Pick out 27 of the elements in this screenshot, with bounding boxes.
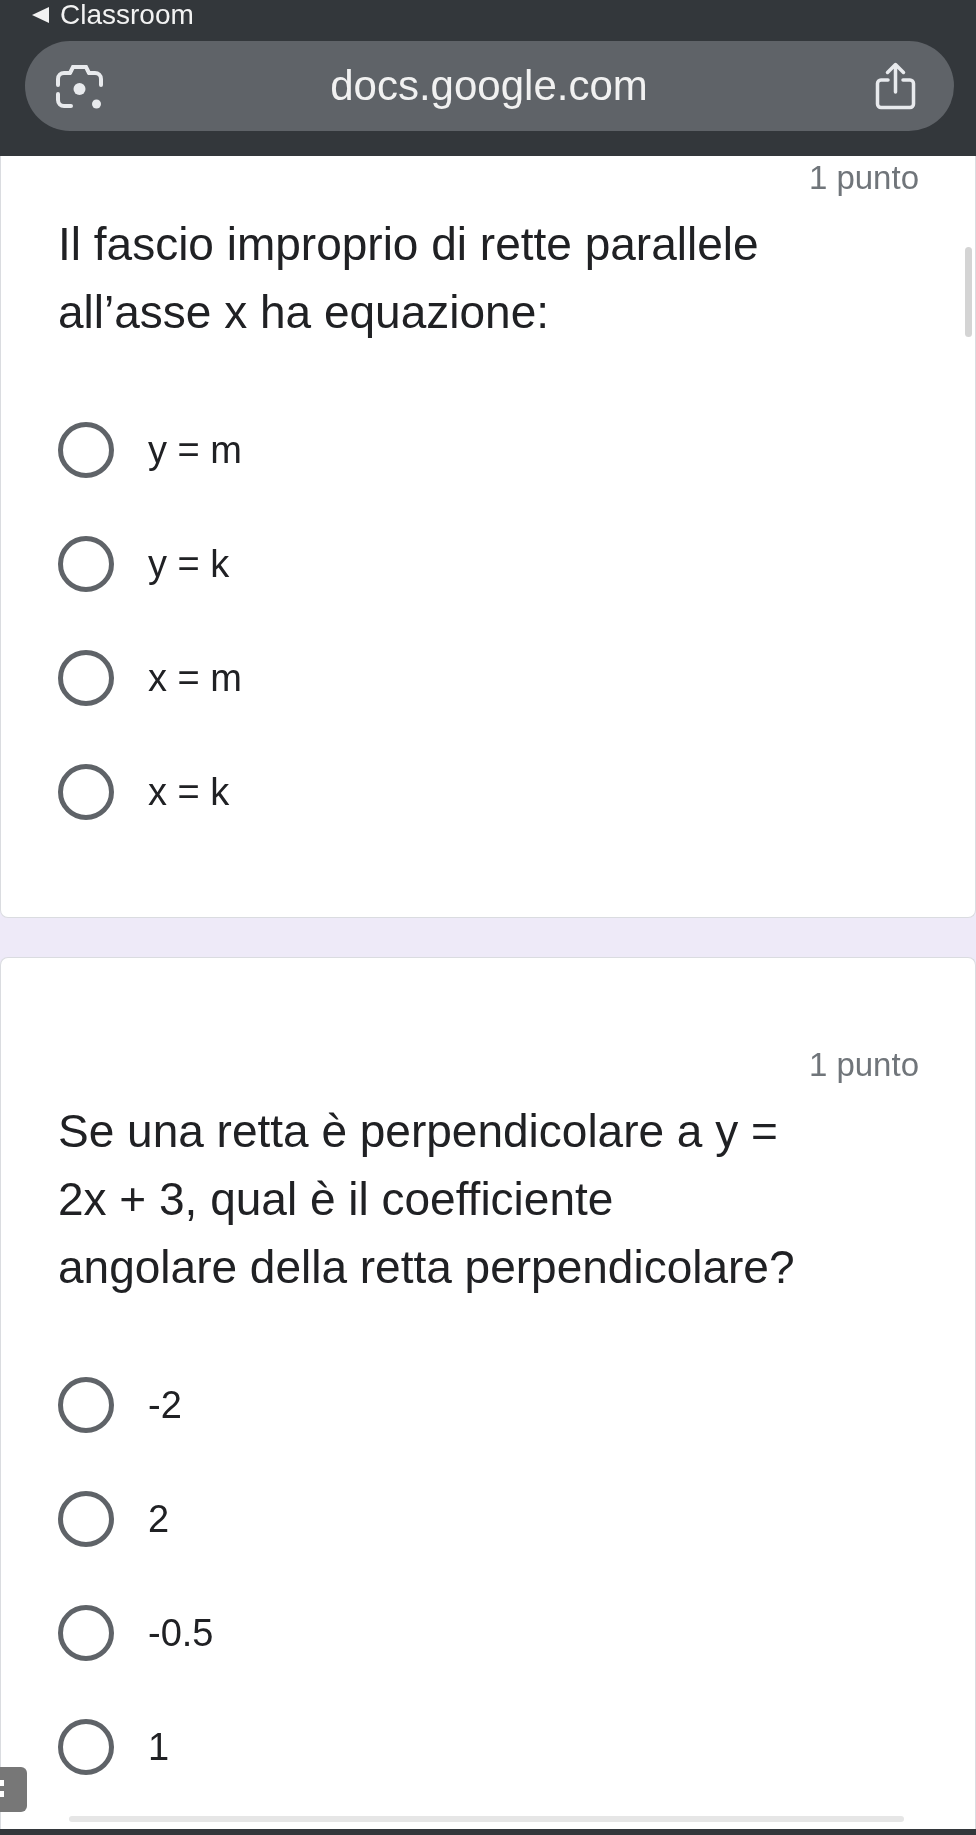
radio-button[interactable] — [58, 536, 114, 592]
option-label[interactable]: y = k — [148, 541, 230, 587]
question-text: Il fascio improprio di rette parallele all’asse x ha equazione: — [58, 217, 760, 340]
radio-button[interactable] — [58, 650, 114, 706]
option-label[interactable]: y = m — [148, 427, 242, 473]
option-label[interactable]: x = m — [148, 655, 242, 701]
radio-button[interactable] — [58, 1605, 114, 1661]
url-text: docs.google.com — [329, 61, 649, 111]
radio-button[interactable] — [58, 422, 114, 478]
points-label: 1 punto — [808, 158, 919, 198]
camera-icon[interactable] — [56, 63, 103, 109]
points-label: 1 punto — [808, 1045, 919, 1085]
option-label[interactable]: x = k — [148, 769, 230, 815]
radio-button[interactable] — [58, 764, 114, 820]
edge-tab-icon[interactable] — [0, 1767, 27, 1812]
share-icon[interactable] — [875, 62, 916, 110]
address-bar[interactable]: docs.google.com — [25, 41, 954, 131]
option-label[interactable]: -2 — [148, 1382, 182, 1428]
radio-button[interactable] — [58, 1377, 114, 1433]
radio-button[interactable] — [58, 1491, 114, 1547]
radio-button[interactable] — [58, 1719, 114, 1775]
option-label[interactable]: -0.5 — [148, 1610, 214, 1656]
option-label[interactable]: 2 — [148, 1496, 170, 1542]
option-label[interactable]: 1 — [148, 1724, 170, 1770]
question-text: Se una retta è perpendicolare a y = 2x + 3, qual è il coefficiente angolare della retta perpendicolare? — [58, 1104, 796, 1295]
back-button[interactable]: Classroom — [32, 0, 194, 30]
back-icon — [32, 7, 49, 23]
